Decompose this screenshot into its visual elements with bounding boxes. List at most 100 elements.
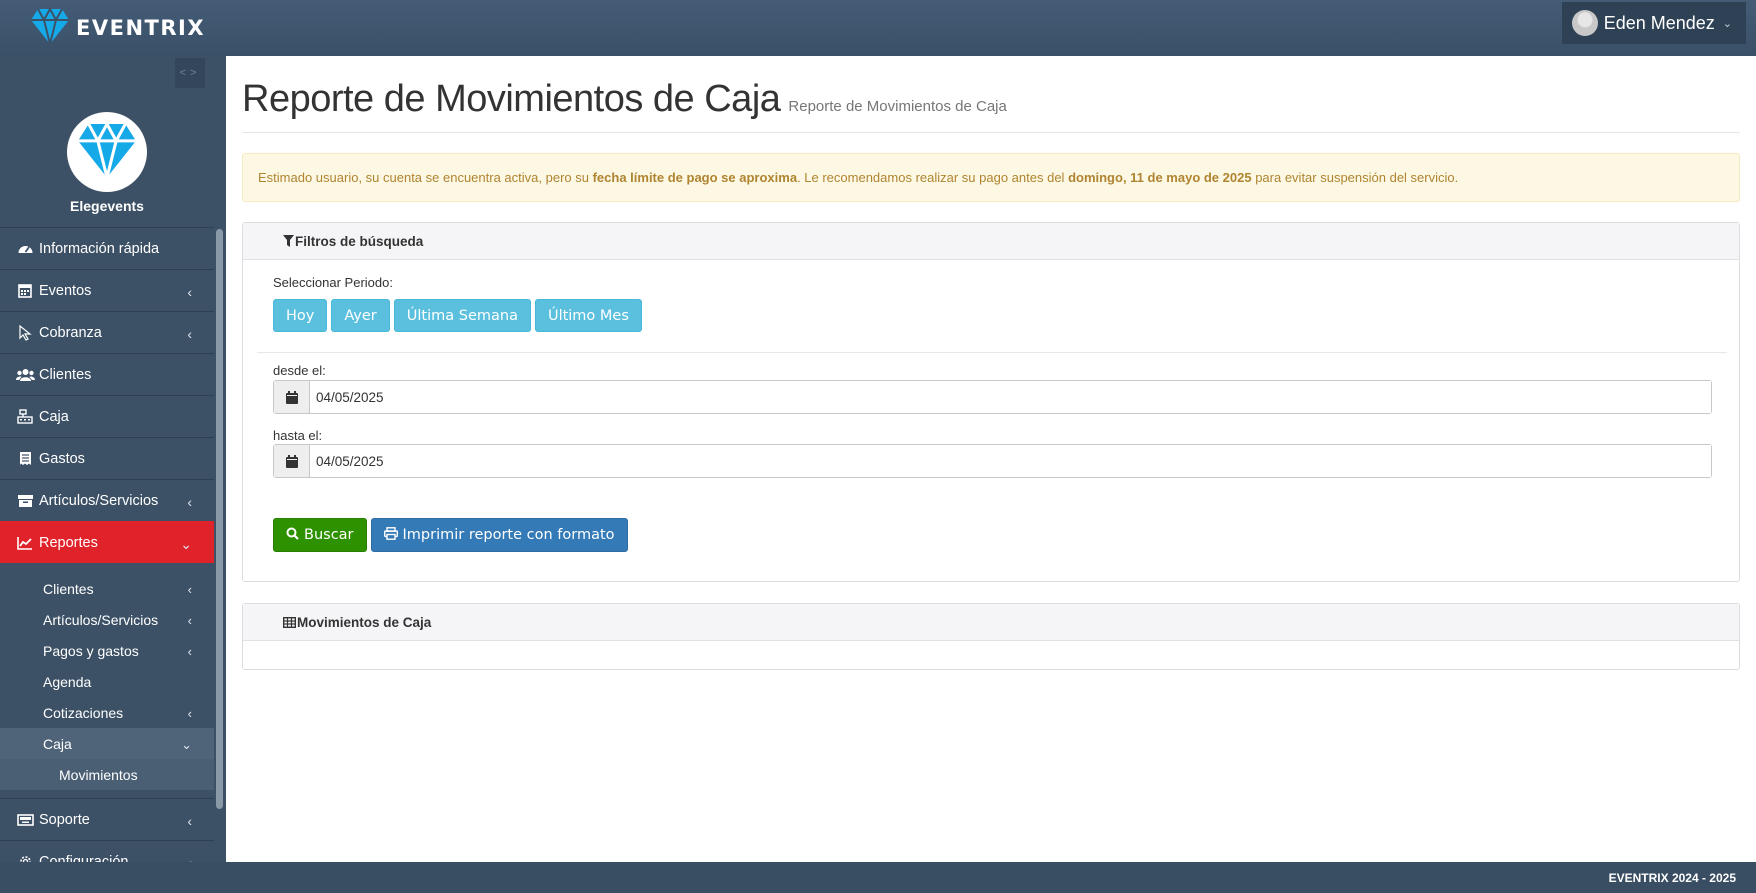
profile-name: Elegevents (70, 198, 144, 214)
sidebar-item-configuracion[interactable]: Configuración ‹ (0, 840, 214, 862)
search-button[interactable]: Buscar (273, 518, 367, 552)
submenu-item-label: Agenda (43, 673, 92, 690)
sidebar-item-label: Cobranza (39, 324, 102, 341)
gear-icon (15, 854, 35, 862)
submenu-item-label: Pagos y gastos (43, 642, 139, 659)
diamond-logo-icon (76, 120, 138, 184)
sidebar-item-label: Clientes (39, 366, 92, 383)
diamond-logo-icon (30, 6, 70, 50)
chevron-left-icon: ‹ (187, 855, 192, 862)
from-date-input[interactable] (310, 381, 1711, 413)
footer-text: EVENTRIX 2024 - 2025 (1608, 870, 1736, 885)
sidebar-item-eventos[interactable]: Eventos ‹ (0, 269, 214, 311)
main-content: Reporte de Movimientos de Caja Reporte d… (226, 56, 1756, 862)
sidebar-item-label: Caja (39, 408, 69, 425)
period-ultimo-mes-button[interactable]: Último Mes (534, 299, 642, 332)
calendar-icon (15, 283, 35, 298)
sidebar-item-clientes[interactable]: Clientes (0, 353, 214, 395)
movements-panel-title: Movimientos de Caja (297, 614, 432, 630)
alert-text: Estimado usuario, su cuenta se encuentra… (258, 170, 1459, 185)
page-header: Reporte de Movimientos de Caja Reporte d… (242, 66, 1740, 133)
filters-panel: Filtros de búsqueda Seleccionar Periodo:… (242, 222, 1740, 582)
cursor-icon (15, 324, 35, 341)
movements-panel: Movimientos de Caja (242, 603, 1740, 670)
chevron-left-icon: ‹ (187, 284, 192, 300)
filter-actions: Buscar Imprimir reporte con formato (273, 518, 628, 552)
chevron-left-icon: ‹ (187, 644, 192, 659)
keyboard-icon (15, 813, 35, 826)
chevron-left-icon: ‹ (187, 706, 192, 721)
sidebar-item-label: Gastos (39, 450, 85, 467)
sidebar-menu-lower: Soporte ‹ Configuración ‹ (0, 798, 214, 862)
sidebar-item-informacion-rapida[interactable]: Información rápida (0, 227, 214, 269)
cash-register-icon (15, 409, 35, 424)
submenu-item-label: Clientes (43, 580, 94, 597)
payment-warning-alert: Estimado usuario, su cuenta se encuentra… (242, 153, 1740, 202)
chevron-left-icon: ‹ (187, 494, 192, 510)
print-report-button-label: Imprimir reporte con formato (402, 527, 615, 543)
submenu-item-cotizaciones[interactable]: Cotizaciones ‹ (0, 697, 214, 728)
dashboard-icon (15, 241, 35, 256)
user-name: Eden Mendez (1603, 12, 1715, 33)
receipt-icon (15, 451, 35, 466)
sidebar-item-label: Soporte (39, 811, 90, 828)
calendar-icon[interactable] (274, 445, 310, 477)
chevron-down-icon: ⌄ (1722, 17, 1732, 30)
avatar (1571, 10, 1598, 36)
submenu-item-pagos-gastos[interactable]: Pagos y gastos ‹ (0, 635, 214, 666)
print-report-button[interactable]: Imprimir reporte con formato (370, 518, 628, 552)
profile-logo (67, 112, 147, 192)
sidebar-profile: Elegevents (0, 112, 214, 214)
sidebar-item-label: Eventos (39, 282, 92, 299)
sidebar-item-label: Información rápida (39, 240, 160, 257)
sidebar-item-label: Configuración (39, 853, 129, 863)
sidebar-item-label: Artículos/Servicios (39, 492, 159, 509)
filters-panel-header: Filtros de búsqueda (243, 223, 1739, 260)
sidebar-item-caja[interactable]: Caja (0, 395, 214, 437)
search-icon (286, 527, 299, 544)
chevron-down-icon: ⌄ (181, 737, 192, 752)
submenu-item-label: Movimientos (59, 766, 138, 783)
filter-icon (283, 235, 294, 247)
chevron-down-icon: ⌄ (180, 536, 192, 552)
search-button-label: Buscar (304, 527, 354, 543)
calendar-icon[interactable] (274, 381, 310, 413)
sidebar-item-soporte[interactable]: Soporte ‹ (0, 798, 214, 840)
period-hoy-button[interactable]: Hoy (273, 299, 328, 332)
submenu-item-articulos-servicios[interactable]: Artículos/Servicios ‹ (0, 604, 214, 635)
page-title: Reporte de Movimientos de Caja (242, 78, 781, 120)
page-subtitle: Reporte de Movimientos de Caja (788, 98, 1007, 115)
to-date-group (273, 444, 1712, 478)
chevron-left-icon: ‹ (187, 326, 192, 342)
submenu-item-clientes[interactable]: Clientes ‹ (0, 573, 214, 604)
top-navbar: EVENTRIX Eden Mendez ⌄ (0, 0, 1756, 56)
box-icon (15, 494, 35, 508)
period-ayer-button[interactable]: Ayer (331, 299, 390, 332)
user-menu[interactable]: Eden Mendez ⌄ (1561, 2, 1746, 44)
divider (257, 352, 1727, 353)
from-date-group (273, 380, 1712, 414)
brand[interactable]: EVENTRIX (30, 6, 205, 50)
submenu-item-movimientos[interactable]: Movimientos (0, 759, 214, 790)
period-button-group: Hoy Ayer Última Semana Último Mes (273, 299, 642, 332)
sidebar-item-articulos-servicios[interactable]: Artículos/Servicios ‹ (0, 479, 214, 521)
submenu-item-label: Cotizaciones (43, 704, 124, 721)
sidebar-scrollbar[interactable] (216, 229, 223, 809)
chevron-left-icon: ‹ (187, 613, 192, 628)
submenu-item-agenda[interactable]: Agenda (0, 666, 214, 697)
sidebar-item-reportes[interactable]: Reportes ⌄ (0, 521, 214, 563)
sidebar-menu: Información rápida Eventos ‹ Cobranza ‹ … (0, 227, 214, 862)
to-date-input[interactable] (310, 445, 1711, 477)
sidebar-item-gastos[interactable]: Gastos (0, 437, 214, 479)
submenu-item-caja[interactable]: Caja ⌄ (0, 728, 214, 759)
users-icon (15, 368, 35, 382)
chevron-left-icon: ‹ (187, 582, 192, 597)
sidebar-toggle-button[interactable]: <> (175, 58, 205, 88)
filters-panel-title: Filtros de búsqueda (295, 233, 424, 249)
chevron-left-icon: ‹ (187, 813, 192, 829)
period-label: Seleccionar Periodo: (273, 275, 393, 290)
sidebar-item-label: Reportes (39, 534, 98, 551)
chart-icon (15, 536, 35, 550)
sidebar-item-cobranza[interactable]: Cobranza ‹ (0, 311, 214, 353)
period-ultima-semana-button[interactable]: Última Semana (393, 299, 531, 332)
